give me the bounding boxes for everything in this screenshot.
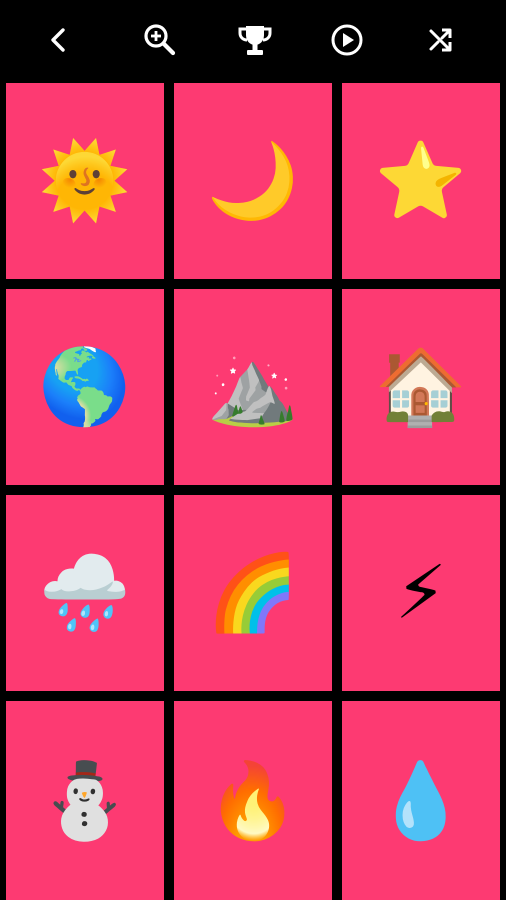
tile-moon[interactable]: 🌙	[174, 83, 332, 279]
tile-fire[interactable]: 🔥	[174, 701, 332, 900]
tile-star[interactable]: ⭐	[342, 83, 500, 279]
rainbow-icon: 🌈	[206, 550, 300, 636]
play-circle-icon	[331, 24, 363, 56]
mountain-icon: ⛰️	[206, 344, 300, 430]
top-toolbar	[0, 0, 506, 82]
zoom-in-icon	[144, 24, 176, 56]
tile-rainbow[interactable]: 🌈	[174, 495, 332, 691]
shuffle-icon	[429, 28, 452, 52]
fire-icon: 🔥	[206, 757, 300, 844]
tile-droplet[interactable]: 💧	[342, 701, 500, 900]
shuffle-button[interactable]	[419, 18, 463, 62]
droplet-icon: 💧	[374, 757, 468, 844]
tile-rain-cloud[interactable]: 🌧️	[6, 495, 164, 691]
globe-icon: 🌎	[38, 344, 132, 430]
sun-with-face-icon: 🌞	[38, 138, 132, 224]
house-icon: 🏠	[374, 344, 468, 430]
tile-globe[interactable]: 🌎	[6, 289, 164, 485]
zoom-button[interactable]	[138, 18, 182, 62]
leaderboard-button[interactable]	[233, 18, 277, 62]
back-button[interactable]	[37, 18, 81, 62]
trophy-icon	[238, 26, 272, 55]
tile-sun[interactable]: 🌞	[6, 83, 164, 279]
tile-house[interactable]: 🏠	[342, 289, 500, 485]
emoji-tile-grid: 🌞 🌙 ⭐ 🌎 ⛰️ 🏠 🌧️ 🌈 ⚡ ⛄ 🔥 💧	[0, 82, 506, 900]
crescent-moon-icon: 🌙	[206, 138, 300, 224]
lightning-icon: ⚡	[395, 550, 447, 636]
tile-snowman[interactable]: ⛄	[6, 701, 164, 900]
star-icon: ⭐	[374, 138, 468, 224]
chevron-left-icon	[51, 28, 65, 52]
rain-cloud-icon: 🌧️	[38, 550, 132, 636]
tile-mountain[interactable]: ⛰️	[174, 289, 332, 485]
snowman-icon: ⛄	[38, 757, 132, 844]
play-button[interactable]	[325, 18, 369, 62]
tile-lightning[interactable]: ⚡	[342, 495, 500, 691]
